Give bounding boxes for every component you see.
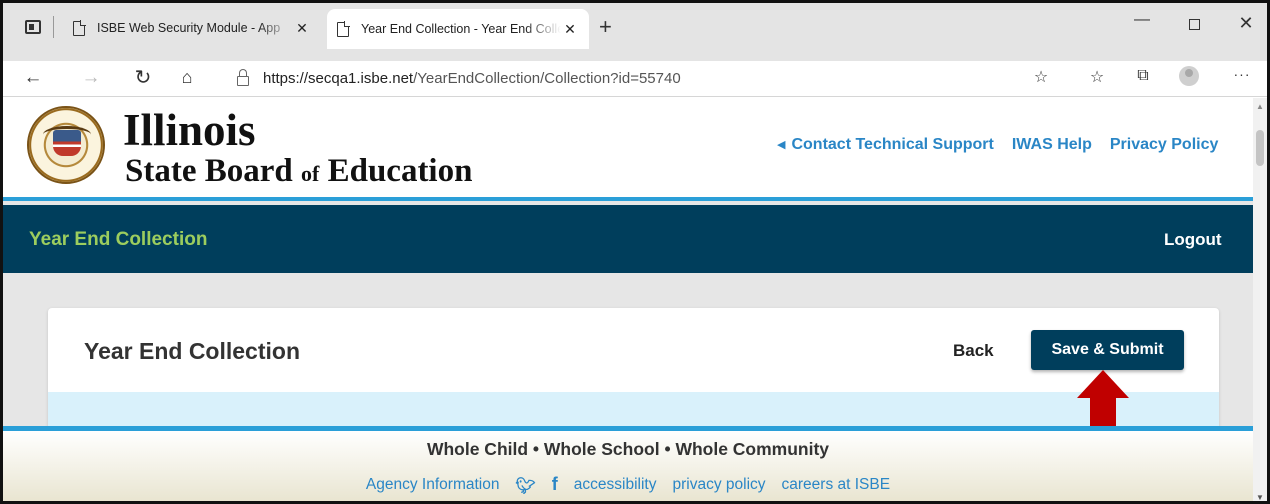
back-arrow-icon[interactable]: ← xyxy=(21,67,45,89)
close-icon[interactable]: ✕ xyxy=(293,20,311,37)
iwas-help-link[interactable]: IWAS Help xyxy=(1012,136,1092,154)
logo-education-text: Education xyxy=(327,153,473,189)
close-window-button[interactable]: ✕ xyxy=(1231,13,1261,34)
arrow-head xyxy=(1077,370,1129,398)
more-icon[interactable]: ··· xyxy=(1229,66,1255,82)
app-title[interactable]: Year End Collection xyxy=(29,229,207,251)
scroll-thumb[interactable] xyxy=(1256,130,1264,166)
maximize-icon xyxy=(1188,19,1200,30)
tab-strip: ISBE Web Security Module - App ✕ Year En… xyxy=(3,3,1267,61)
contact-technical-support-link[interactable]: ◀ Contact Technical Support xyxy=(777,136,994,154)
vertical-scrollbar[interactable]: ▲ ▼ xyxy=(1253,98,1267,501)
lock-icon[interactable] xyxy=(237,69,249,86)
app-bar: Year End Collection Logout xyxy=(3,205,1253,273)
save-submit-button[interactable]: Save & Submit xyxy=(1031,330,1184,370)
tab-isbe-web-security[interactable]: ISBE Web Security Module - App ✕ xyxy=(63,10,321,46)
favorite-add-icon[interactable]: ☆ xyxy=(1028,67,1054,87)
logo-of-text: of xyxy=(301,161,320,186)
page-icon xyxy=(337,20,350,37)
site-footer: Whole Child • Whole School • Whole Commu… xyxy=(3,426,1253,501)
logout-link[interactable]: Logout xyxy=(1164,230,1222,250)
url-host: https://secqa1.isbe.net xyxy=(263,69,414,87)
logo-illinois[interactable]: Illinois xyxy=(123,108,256,153)
tab-title: ISBE Web Security Module - App xyxy=(97,21,281,35)
back-link[interactable]: Back xyxy=(953,341,994,361)
refresh-icon[interactable]: ↻ xyxy=(131,65,155,90)
site-header: Illinois State Board of Education ◀ Conta… xyxy=(3,98,1253,201)
careers-link[interactable]: careers at ISBE xyxy=(782,476,891,496)
scroll-up-icon[interactable]: ▲ xyxy=(1256,102,1264,111)
collections-icon[interactable]: ⧉ xyxy=(1130,67,1156,85)
home-icon[interactable]: ⌂ xyxy=(175,67,199,88)
maximize-button[interactable] xyxy=(1179,17,1209,35)
privacy-policy-footer-link[interactable]: privacy policy xyxy=(672,476,765,496)
close-icon[interactable]: ✕ xyxy=(561,21,579,38)
footer-links: Agency Information 🐦︎ f accessibility pr… xyxy=(3,475,1253,496)
profile-icon[interactable] xyxy=(1179,66,1199,86)
agency-information-link[interactable]: Agency Information xyxy=(366,476,500,496)
caret-left-icon: ◀ xyxy=(777,139,786,151)
logo-state-board[interactable]: State Board of Education xyxy=(125,153,472,192)
twitter-icon[interactable]: 🐦︎ xyxy=(515,476,535,496)
page-viewport: Illinois State Board of Education ◀ Conta… xyxy=(3,98,1253,501)
favorites-icon[interactable]: ☆ xyxy=(1084,67,1110,87)
minimize-button[interactable]: — xyxy=(1127,11,1157,29)
tab-year-end-collection[interactable]: Year End Collection - Year End Collectio… xyxy=(327,9,589,49)
url-path: /YearEndCollection/Collection?id=55740 xyxy=(413,69,681,87)
accessibility-link[interactable]: accessibility xyxy=(574,476,657,496)
contact-technical-support-label: Contact Technical Support xyxy=(791,136,994,153)
address-toolbar: ← → ↻ ⌂ https://secqa1.isbe.net/YearEndC… xyxy=(3,61,1267,97)
page-title: Year End Collection xyxy=(84,338,300,364)
new-tab-button[interactable]: + xyxy=(599,16,612,38)
tab-separator xyxy=(53,16,54,38)
header-links: ◀ Contact Technical Support IWAS Help Pri… xyxy=(777,136,1218,154)
tab-title: Year End Collection - Year End Collectio… xyxy=(361,22,561,36)
forward-arrow-icon[interactable]: → xyxy=(79,67,103,89)
browser-window: ISBE Web Security Module - App ✕ Year En… xyxy=(0,0,1270,504)
logo-state-board-text: State Board xyxy=(125,153,293,189)
facebook-icon[interactable]: f xyxy=(552,475,558,496)
scroll-down-icon[interactable]: ▼ xyxy=(1256,493,1264,501)
footer-tagline: Whole Child • Whole School • Whole Commu… xyxy=(426,439,830,459)
state-seal-logo[interactable] xyxy=(27,106,105,184)
page-icon xyxy=(73,19,86,36)
tab-actions-icon[interactable] xyxy=(25,20,41,34)
privacy-policy-link[interactable]: Privacy Policy xyxy=(1110,136,1219,154)
